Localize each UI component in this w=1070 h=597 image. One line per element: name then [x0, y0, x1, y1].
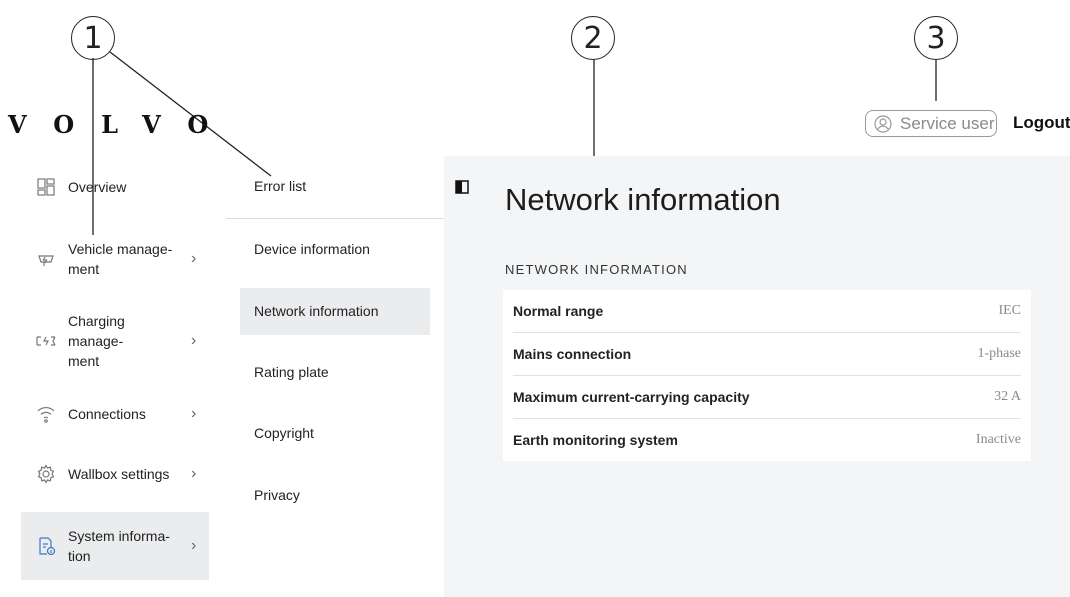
submenu-item-copyright[interactable]: Copyright [240, 425, 430, 445]
sidebar-item-label: Vehicle manage- ment [68, 241, 173, 277]
sidebar-item-wallbox-settings[interactable]: Wallbox settings › [21, 460, 209, 488]
table-row: Normal range IEC [513, 290, 1021, 333]
sidebar-item-label: Wallbox settings [68, 466, 170, 482]
callout-1: 1 [71, 16, 115, 60]
row-key: Earth monitoring system [513, 432, 678, 448]
volvo-logo: VOLVO [8, 110, 236, 139]
wifi-icon [33, 401, 59, 427]
chevron-right-icon: › [191, 332, 197, 349]
submenu-item-device-information[interactable]: Device information [240, 241, 430, 261]
document-info-icon [33, 533, 59, 559]
sidebar-item-system-information[interactable]: System informa- tion › [21, 512, 209, 580]
chevron-right-icon: › [191, 537, 197, 554]
table-row: Mains connection 1-phase [513, 333, 1021, 376]
submenu-item-network-information[interactable]: Network information [240, 288, 430, 335]
row-value: IEC [998, 303, 1021, 318]
car-plug-icon [33, 246, 59, 272]
submenu-item-rating-plate[interactable]: Rating plate [240, 364, 430, 384]
sidebar-item-label: Connections [68, 406, 146, 422]
charging-icon [33, 328, 59, 354]
row-key: Mains connection [513, 346, 632, 362]
sidebar-item-label: Overview [68, 179, 127, 195]
section-heading: NETWORK INFORMATION [505, 262, 688, 277]
sidebar-item-label: Charging manage- ment [68, 313, 125, 369]
panel-toggle-icon[interactable] [455, 180, 469, 199]
chevron-right-icon: › [191, 465, 197, 482]
sidebar-item-overview[interactable]: Overview [21, 170, 209, 204]
submenu-item-error-list[interactable]: Error list [240, 178, 430, 198]
submenu-divider [226, 218, 444, 219]
submenu-item-privacy[interactable]: Privacy [240, 487, 430, 507]
row-key: Normal range [513, 303, 604, 319]
row-key: Maximum current-carrying capacity [513, 389, 750, 405]
sidebar-item-vehicle-management[interactable]: Vehicle manage- ment › [21, 238, 209, 280]
user-icon [874, 114, 892, 133]
row-value: 1-phase [977, 346, 1021, 361]
row-value: Inactive [975, 432, 1021, 447]
sidebar-item-charging-management[interactable]: Charging manage- ment › [21, 313, 209, 369]
table-row: Maximum current-carrying capacity 32 A [513, 376, 1021, 419]
chevron-right-icon: › [191, 405, 197, 422]
row-value: 32 A [994, 389, 1021, 404]
sidebar-item-connections[interactable]: Connections › [21, 400, 209, 428]
sidebar-item-label: System informa- tion [68, 528, 170, 564]
page-title: Network information [505, 182, 781, 217]
chevron-right-icon: › [191, 250, 197, 267]
user-role-label: Service user [900, 113, 995, 133]
table-row: Earth monitoring system Inactive [513, 419, 1021, 461]
callout-3: 3 [914, 16, 958, 60]
user-role-badge[interactable]: Service user [865, 110, 997, 137]
network-info-table: Normal range IEC Mains connection 1-phas… [503, 290, 1031, 461]
gear-icon [33, 461, 59, 487]
logout-button[interactable]: Logout [1013, 113, 1070, 133]
grid-icon [33, 174, 59, 200]
callout-2: 2 [571, 16, 615, 60]
